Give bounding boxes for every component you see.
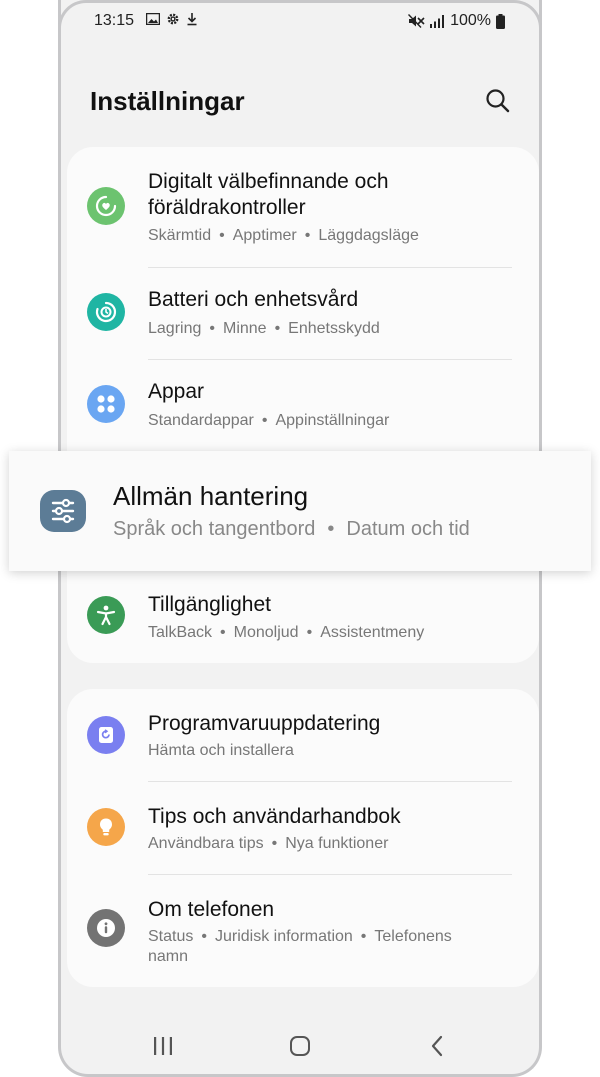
setting-title: Om telefonen (148, 898, 275, 921)
gear-icon (167, 13, 179, 25)
wellbeing-icon (87, 187, 125, 225)
status-time: 13:15 (94, 12, 135, 29)
accessibility-icon (87, 596, 125, 634)
search-icon (486, 89, 510, 113)
lightbulb-icon (87, 808, 125, 846)
search-button[interactable] (483, 86, 513, 116)
page-title: Inställningar (90, 86, 245, 116)
setting-apps[interactable]: Appar Standardappar • Appinställningar (67, 360, 539, 452)
back-icon (431, 1035, 443, 1057)
setting-subtitle: Språk och tangentbord • Datum och tid (113, 518, 470, 540)
setting-subtitle: Hämta och installera (148, 742, 294, 759)
sliders-icon (40, 490, 86, 532)
setting-subtitle: TalkBack • Monoljud • Assistentmeny (148, 624, 425, 641)
setting-title: Tips och användarhandbok (148, 805, 401, 828)
info-icon (87, 909, 125, 947)
setting-title: Programvaruuppdatering (148, 712, 381, 735)
setting-title: Appar (148, 380, 205, 403)
download-icon (187, 13, 197, 26)
device-care-icon (87, 293, 125, 331)
settings-card-2: Programvaruuppdatering Hämta och install… (67, 689, 539, 987)
status-bar: 13:15 100% (61, 0, 539, 42)
settings-card-1: Digitalt välbefinnande och föräldrakontr… (67, 147, 539, 663)
setting-accessibility[interactable]: Tillgänglighet TalkBack • Monoljud • Assiste… (67, 572, 539, 662)
setting-subtitle: Skärmtid • Apptimer • Läggdagsläge (148, 227, 419, 244)
setting-subtitle: Lagring • Minne • Enhetsskydd (148, 320, 380, 337)
update-icon (87, 716, 125, 754)
navigation-bar (61, 1020, 539, 1070)
setting-digital-wellbeing[interactable]: Digitalt välbefinnande och föräldrakontr… (67, 147, 539, 267)
setting-subtitle-line2: namn (148, 948, 189, 965)
setting-subtitle: Användbara tips • Nya funktioner (148, 835, 389, 852)
setting-title: Batteri och enhetsvård (148, 288, 359, 311)
recents-button[interactable] (143, 1030, 183, 1062)
setting-title: Allmän hantering (113, 481, 309, 511)
setting-title: Tillgänglighet (148, 593, 271, 616)
apps-icon (87, 385, 125, 423)
battery-percent: 100% (450, 12, 491, 29)
setting-general-management[interactable]: Allmän hantering Språk och tangentbord • D… (9, 451, 591, 571)
mute-icon (408, 14, 425, 28)
home-icon (290, 1036, 310, 1056)
setting-about-phone[interactable]: Om telefonen Status • Juridisk information… (67, 875, 539, 987)
setting-tips-user-manual[interactable]: Tips och användarhandbok Användbara tips… (67, 782, 539, 874)
battery-icon (496, 13, 505, 29)
home-button[interactable] (280, 1030, 320, 1062)
setting-battery-device-care[interactable]: Batteri och enhetsvård Lagring • Minne • Enh… (67, 268, 539, 360)
setting-subtitle: Standardappar • Appinställningar (148, 412, 390, 429)
recents-icon (154, 1037, 172, 1055)
signal-icon (430, 14, 445, 28)
setting-subtitle: Status • Juridisk information • Telefonens (148, 928, 452, 945)
back-button[interactable] (417, 1030, 457, 1062)
setting-software-update[interactable]: Programvaruuppdatering Hämta och install… (67, 689, 539, 781)
gallery-icon (146, 13, 160, 25)
setting-title: Digitalt välbefinnande och föräldrakontr… (148, 170, 389, 219)
